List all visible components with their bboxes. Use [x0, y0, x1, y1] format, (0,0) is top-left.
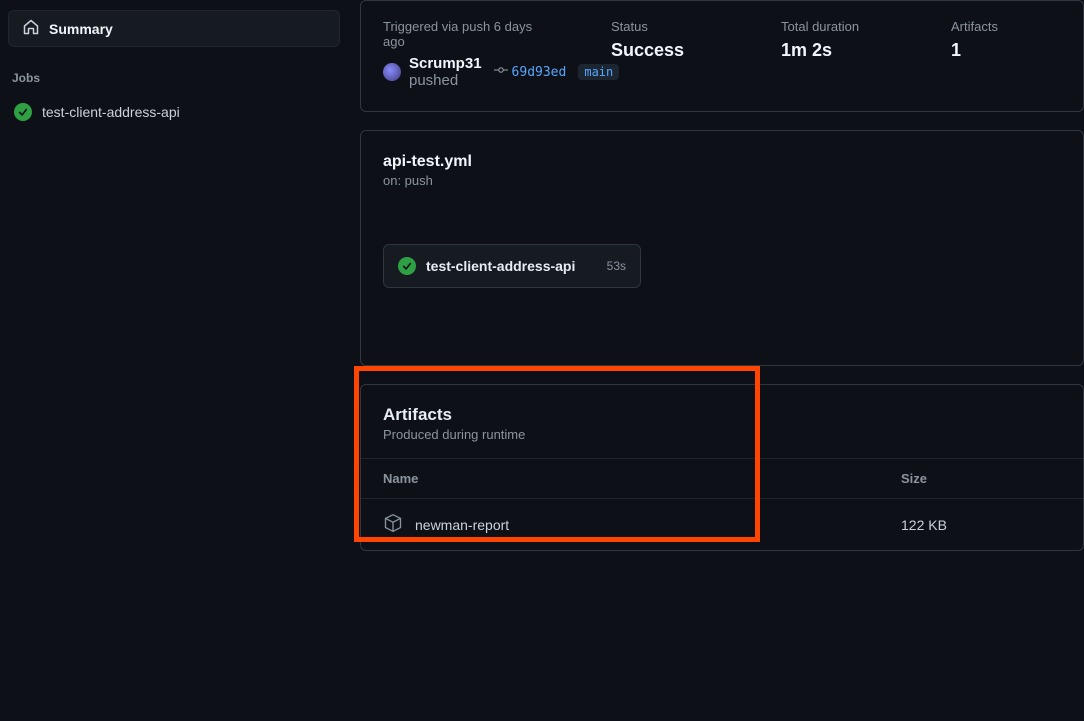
summary-label: Summary — [49, 21, 113, 37]
col-name-header: Name — [383, 471, 901, 486]
main-content: Triggered via push 6 days ago Scrump31 p… — [348, 0, 1084, 721]
avatar[interactable] — [383, 63, 401, 81]
duration-value: 1m 2s — [781, 40, 891, 61]
trigger-info: Triggered via push 6 days ago Scrump31 p… — [383, 19, 551, 89]
status-col: Status Success — [611, 19, 721, 89]
artifacts-col: Artifacts 1 — [951, 19, 1061, 89]
summary-button[interactable]: Summary — [8, 10, 340, 47]
trigger-label: Triggered via push 6 days ago — [383, 19, 551, 49]
jobs-heading: Jobs — [12, 71, 340, 85]
run-summary-card: Triggered via push 6 days ago Scrump31 p… — [360, 0, 1084, 112]
commit-link[interactable]: 69d93ed — [494, 63, 567, 81]
artifact-name: newman-report — [415, 517, 509, 533]
success-check-icon — [398, 257, 416, 275]
duration-label: Total duration — [781, 19, 891, 34]
workflow-card: api-test.yml on: push test-client-addres… — [360, 130, 1084, 366]
sidebar-job-name: test-client-address-api — [42, 104, 180, 120]
artifacts-label: Artifacts — [951, 19, 1061, 34]
package-icon — [383, 513, 403, 536]
artifact-row[interactable]: newman-report 122 KB — [361, 499, 1083, 550]
artifacts-subtitle: Produced during runtime — [383, 427, 1061, 442]
sidebar: Summary Jobs test-client-address-api — [0, 0, 348, 721]
pushed-word: pushed — [409, 72, 458, 89]
sidebar-job-item[interactable]: test-client-address-api — [8, 97, 340, 127]
status-label: Status — [611, 19, 721, 34]
commit-sha: 69d93ed — [512, 65, 567, 80]
duration-col: Total duration 1m 2s — [781, 19, 891, 89]
git-commit-icon — [494, 63, 508, 81]
artifacts-title: Artifacts — [383, 405, 1061, 425]
artifacts-card: Artifacts Produced during runtime Name S… — [360, 384, 1084, 551]
artifacts-count: 1 — [951, 40, 1061, 61]
home-icon — [23, 19, 39, 38]
workflow-job-duration: 53s — [607, 259, 626, 273]
workflow-job-name: test-client-address-api — [426, 258, 597, 274]
workflow-job-chip[interactable]: test-client-address-api 53s — [383, 244, 641, 288]
author-link[interactable]: Scrump31 — [409, 55, 482, 72]
status-value: Success — [611, 40, 721, 61]
artifacts-table-header: Name Size — [361, 458, 1083, 499]
success-check-icon — [14, 103, 32, 121]
col-size-header: Size — [901, 471, 1061, 486]
workflow-filename[interactable]: api-test.yml — [383, 153, 1061, 171]
workflow-trigger-line: on: push — [383, 173, 1061, 188]
artifact-size: 122 KB — [901, 517, 1061, 533]
